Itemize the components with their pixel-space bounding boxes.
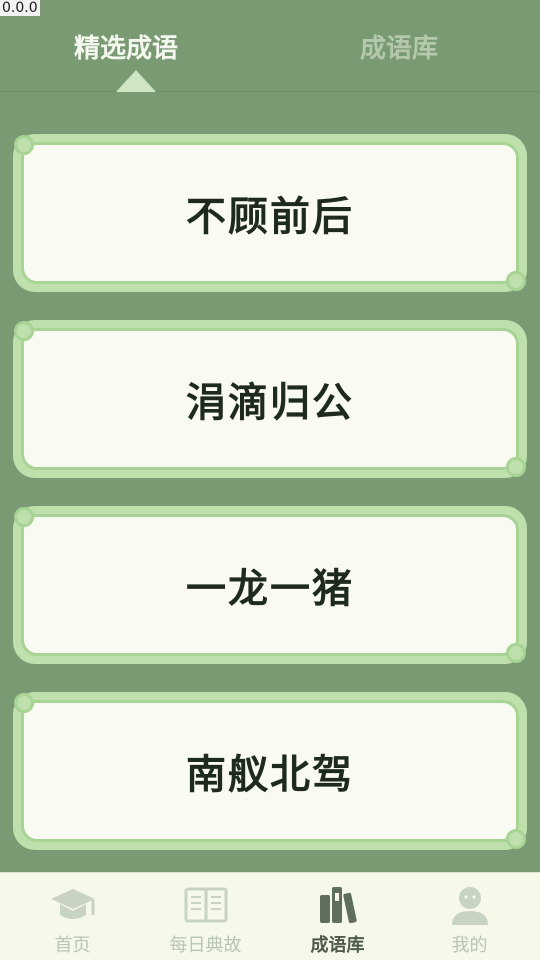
bottom-nav-bar: 首页 每日典故 成语库 我的	[0, 872, 540, 960]
idiom-card[interactable]: 不顾前后	[13, 134, 527, 292]
nav-label: 每日典故	[169, 935, 242, 956]
idiom-text: 涓滴归公	[186, 380, 354, 426]
user-icon	[451, 887, 488, 925]
idiom-card-body: 南舣北驾	[14, 693, 526, 849]
idiom-card[interactable]: 涓滴归公	[13, 320, 527, 478]
idiom-card-list: 不顾前后 涓滴归公 一龙一猪 南舣北驾	[13, 134, 527, 878]
active-tab-indicator	[116, 70, 156, 92]
idiom-text: 不顾前后	[186, 194, 354, 240]
nav-item-daily-allusion[interactable]: 每日典故	[138, 873, 273, 960]
idiom-card-body: 一龙一猪	[14, 507, 526, 663]
idiom-card[interactable]: 一龙一猪	[13, 506, 527, 664]
version-label: 0.0.0	[0, 0, 40, 16]
nav-label: 成语库	[310, 935, 365, 956]
tab-idiom-library[interactable]: 成语库	[360, 28, 438, 65]
nav-item-home[interactable]: 首页	[5, 873, 140, 960]
graduation-cap-icon	[50, 889, 95, 919]
tab-featured-idioms[interactable]: 精选成语	[74, 28, 178, 65]
idiom-card[interactable]: 南舣北驾	[13, 692, 527, 850]
idiom-card-body: 不顾前后	[14, 135, 526, 291]
top-tab-bar: 精选成语 成语库	[0, 0, 540, 92]
idiom-card-body: 涓滴归公	[14, 321, 526, 477]
nav-label: 首页	[54, 935, 91, 956]
nav-label: 我的	[451, 935, 488, 956]
open-book-icon	[184, 887, 227, 923]
idiom-text: 一龙一猪	[186, 566, 354, 612]
nav-item-idiom-library[interactable]: 成语库	[270, 873, 405, 960]
books-icon	[319, 887, 357, 924]
idiom-text: 南舣北驾	[186, 752, 354, 798]
nav-item-profile[interactable]: 我的	[402, 873, 537, 960]
